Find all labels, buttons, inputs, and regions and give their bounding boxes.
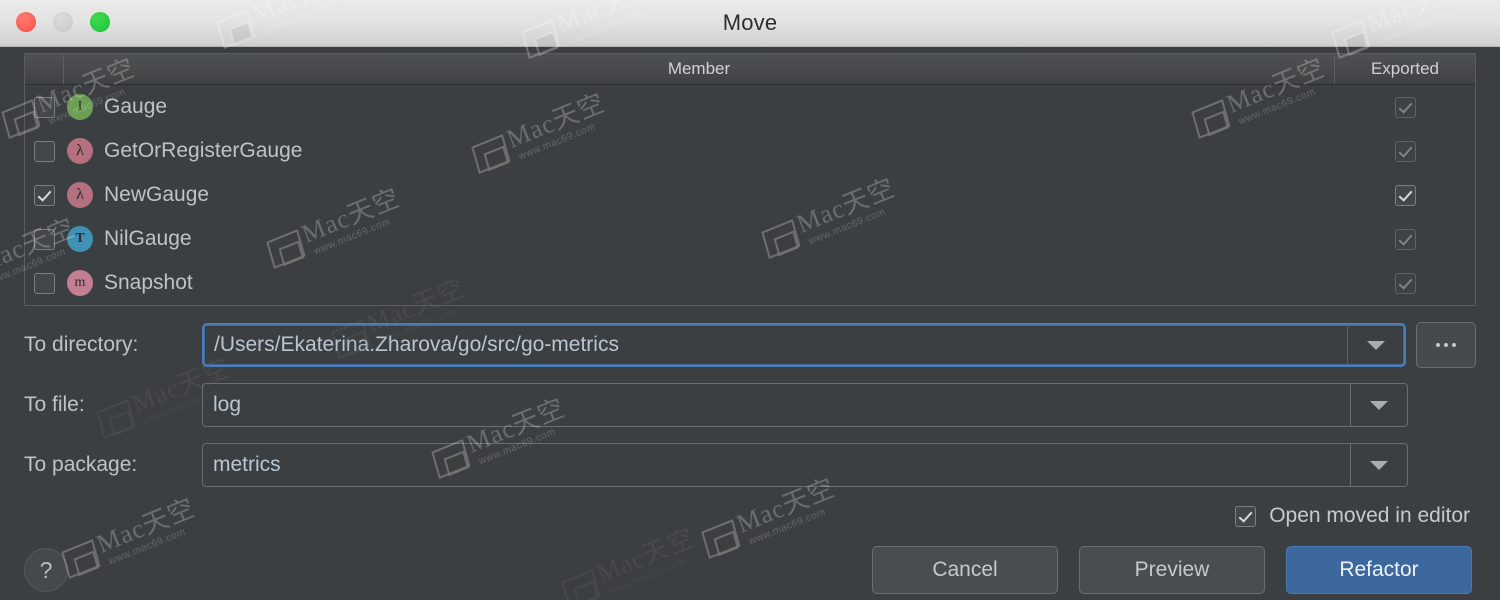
member-select-checkbox[interactable]	[33, 228, 55, 250]
member-name-cell: m Snapshot	[63, 270, 1335, 296]
member-exported-cell[interactable]	[1335, 228, 1475, 250]
to-directory-combobox[interactable]: /Users/Ekaterina.Zharova/go/src/go-metri…	[202, 323, 1406, 367]
member-name-cell: λ NewGauge	[63, 182, 1335, 208]
dialog-action-buttons: Cancel Preview Refactor	[872, 546, 1472, 594]
chevron-down-icon	[1370, 400, 1388, 410]
to-directory-dropdown-button[interactable]	[1347, 325, 1404, 365]
member-exported-cell[interactable]	[1335, 272, 1475, 294]
member-name-cell: I Gauge	[63, 94, 1335, 120]
open-moved-in-editor-checkbox[interactable]	[1235, 505, 1257, 527]
to-package-dropdown-button[interactable]	[1350, 444, 1407, 486]
to-package-input[interactable]: metrics	[203, 444, 1350, 486]
ellipsis-icon	[1452, 343, 1456, 347]
move-destination-form: To directory: /Users/Ekaterina.Zharova/g…	[24, 322, 1476, 502]
member-select-checkbox[interactable]	[33, 184, 55, 206]
to-file-label: To file:	[24, 393, 85, 416]
member-exported-checkbox	[1394, 272, 1416, 294]
table-row[interactable]: T NilGauge	[25, 217, 1475, 261]
member-kind-icon: m	[67, 270, 93, 296]
to-directory-row: To directory: /Users/Ekaterina.Zharova/g…	[24, 322, 1476, 368]
member-kind-icon: λ	[67, 182, 93, 208]
browse-directory-button[interactable]	[1416, 322, 1476, 368]
window-title: Move	[722, 10, 778, 35]
help-button[interactable]: ?	[24, 548, 68, 592]
member-kind-icon: I	[67, 94, 93, 120]
to-directory-label: To directory:	[24, 333, 139, 356]
to-file-combobox[interactable]: log	[202, 383, 1408, 427]
member-name-label: NewGauge	[104, 183, 210, 206]
member-select-cell[interactable]	[25, 184, 63, 206]
window-controls	[16, 12, 110, 32]
dialog-footer: ? Cancel Preview Refactor	[24, 546, 1472, 594]
column-header-exported[interactable]: Exported	[1335, 54, 1475, 84]
member-exported-cell[interactable]	[1335, 140, 1475, 162]
member-exported-checkbox	[1394, 228, 1416, 250]
close-button[interactable]	[16, 12, 36, 32]
cancel-button[interactable]: Cancel	[872, 546, 1058, 594]
member-select-checkbox[interactable]	[33, 272, 55, 294]
open-moved-in-editor-option[interactable]: Open moved in editor	[0, 504, 1470, 528]
to-package-row: To package: metrics	[24, 442, 1476, 488]
to-package-combobox[interactable]: metrics	[202, 443, 1408, 487]
column-header-checkbox[interactable]	[25, 54, 64, 84]
to-directory-input[interactable]: /Users/Ekaterina.Zharova/go/src/go-metri…	[204, 325, 1347, 365]
member-exported-checkbox	[1394, 140, 1416, 162]
member-exported-cell[interactable]	[1335, 184, 1475, 206]
member-select-cell[interactable]	[25, 272, 63, 294]
member-kind-icon: T	[67, 226, 93, 252]
member-name-label: Gauge	[104, 95, 168, 118]
member-exported-checkbox[interactable]	[1394, 184, 1416, 206]
member-name-cell: T NilGauge	[63, 226, 1335, 252]
table-row[interactable]: λ NewGauge	[25, 173, 1475, 217]
refactor-button[interactable]: Refactor	[1286, 546, 1472, 594]
member-name-label: NilGauge	[104, 227, 192, 250]
window-titlebar: Move	[0, 0, 1500, 47]
chevron-down-icon	[1370, 460, 1388, 470]
maximize-button[interactable]	[90, 12, 110, 32]
member-exported-cell[interactable]	[1335, 96, 1475, 118]
table-row[interactable]: I Gauge	[25, 85, 1475, 129]
ellipsis-icon	[1436, 343, 1440, 347]
chevron-down-icon	[1367, 340, 1385, 350]
move-refactor-dialog: Move Member Exported I Gauge λ GetOrRegiste…	[0, 0, 1500, 600]
open-moved-in-editor-label: Open moved in editor	[1269, 504, 1470, 527]
member-table-header: Member Exported	[25, 54, 1475, 85]
member-select-cell[interactable]	[25, 228, 63, 250]
to-file-input[interactable]: log	[203, 384, 1350, 426]
member-name-label: Snapshot	[104, 271, 193, 294]
member-select-checkbox[interactable]	[33, 96, 55, 118]
table-row[interactable]: m Snapshot	[25, 261, 1475, 305]
member-kind-icon: λ	[67, 138, 93, 164]
member-select-checkbox[interactable]	[33, 140, 55, 162]
member-select-cell[interactable]	[25, 140, 63, 162]
to-file-row: To file: log	[24, 382, 1476, 428]
member-name-cell: λ GetOrRegisterGauge	[63, 138, 1335, 164]
member-select-cell[interactable]	[25, 96, 63, 118]
table-row[interactable]: λ GetOrRegisterGauge	[25, 129, 1475, 173]
member-table: Member Exported I Gauge λ GetOrRegisterGaug…	[24, 53, 1476, 306]
column-header-member[interactable]: Member	[64, 54, 1335, 84]
to-file-dropdown-button[interactable]	[1350, 384, 1407, 426]
preview-button[interactable]: Preview	[1079, 546, 1265, 594]
member-name-label: GetOrRegisterGauge	[104, 139, 303, 162]
member-table-body: I Gauge λ GetOrRegisterGauge λ NewGauge T NilGa…	[25, 85, 1475, 305]
to-package-label: To package:	[24, 453, 138, 476]
ellipsis-icon	[1444, 343, 1448, 347]
minimize-button[interactable]	[53, 12, 73, 32]
member-exported-checkbox	[1394, 96, 1416, 118]
